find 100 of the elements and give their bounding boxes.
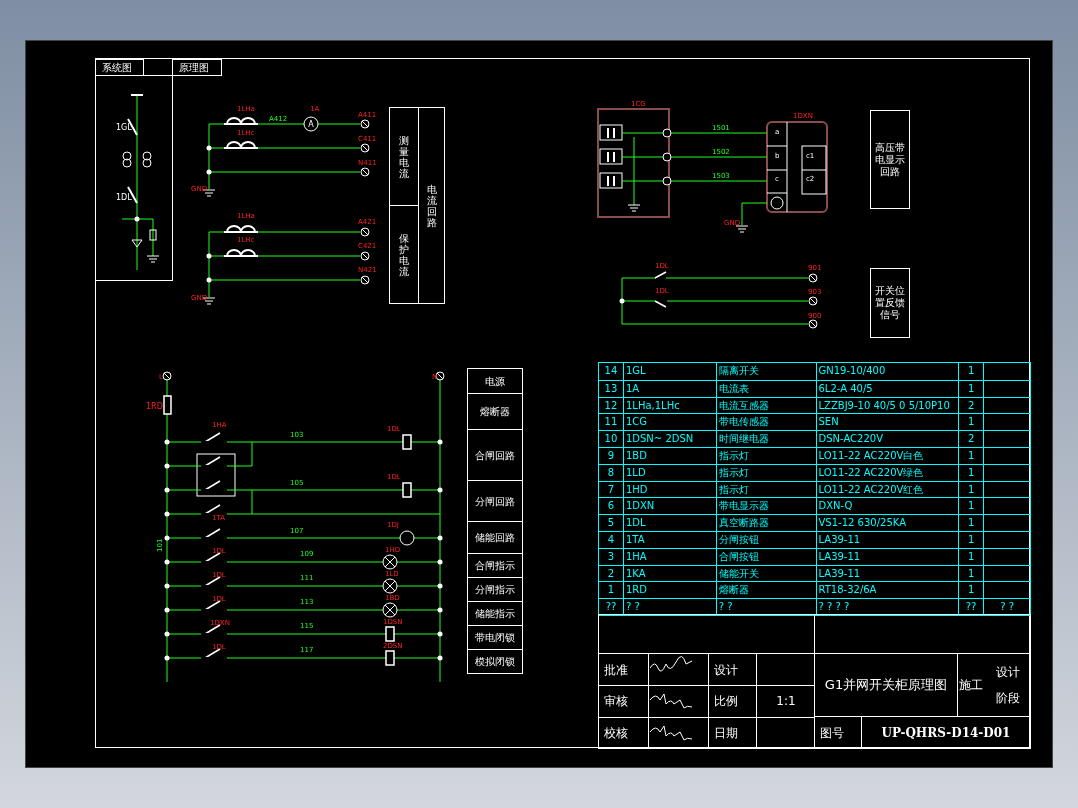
- table-cell-text: 3: [606, 549, 616, 564]
- table-cell: 1: [958, 414, 984, 431]
- scale-value: 1:1: [776, 693, 796, 711]
- table-cell: 1CG: [622, 414, 716, 431]
- table-cell: ? ?: [715, 599, 816, 615]
- table-cell: 1DL: [622, 515, 716, 531]
- function-label: 分闸指示: [475, 583, 515, 597]
- table-cell: 1DXN: [622, 498, 716, 515]
- table-cell: 1GL: [622, 363, 716, 380]
- table-cell: 1: [958, 531, 984, 548]
- table-cell: 1HD: [622, 481, 716, 498]
- table-cell-text: 13: [603, 381, 619, 396]
- function-label: 带电闭锁: [475, 631, 515, 645]
- table-cell-text: 8: [606, 465, 616, 480]
- table-cell: 指示灯: [715, 448, 816, 464]
- table-cell: 1: [958, 515, 984, 531]
- table-cell: 1: [958, 498, 984, 515]
- table-cell: LO11-22 AC220V白色: [815, 448, 959, 464]
- table-cell: 带电传感器: [715, 414, 816, 431]
- table-cell-text: 6: [606, 499, 616, 514]
- table-cell: LZZBJ9-10 40/5 0 5/10P10: [815, 397, 959, 414]
- table-cell: 6L2-A 40/5: [815, 380, 959, 397]
- table-cell: 1: [958, 448, 984, 464]
- stage-label: 设计: [996, 664, 1020, 681]
- table-cell: 1A: [622, 380, 716, 397]
- table-cell: 1: [958, 363, 984, 380]
- circuit-label: A: [308, 120, 314, 129]
- stage-value: 施工: [959, 677, 983, 694]
- table-cell: ? ? ? ?: [815, 599, 959, 615]
- cell-text: 审核: [604, 693, 628, 711]
- function-label: 储能指示: [475, 607, 515, 621]
- table-cell: 储能开关: [715, 565, 816, 582]
- circuit-label: 1GL: [116, 123, 132, 132]
- table-cell: 1TA: [622, 531, 716, 548]
- table-cell: 1: [958, 565, 984, 582]
- table-cell: 1BD: [622, 448, 716, 464]
- table-cell-text: 10: [603, 432, 619, 447]
- table-cell: 1DSN~ 2DSN: [622, 431, 716, 447]
- function-label: 合闸指示: [475, 559, 515, 573]
- table-cell: ? ?: [622, 599, 716, 615]
- table-cell: 指示灯: [715, 464, 816, 481]
- table-cell: 分闸按钮: [715, 531, 816, 548]
- table-cell-text: 5: [606, 516, 616, 531]
- table-cell-text: 14: [603, 364, 619, 378]
- cell-text: 比例: [714, 693, 738, 711]
- circuit-label: 1RD: [146, 402, 163, 411]
- function-label: 合闸回路: [475, 448, 515, 463]
- function-label: 分闸回路: [475, 494, 515, 509]
- table-cell: 隔离开关: [715, 363, 816, 380]
- table-cell-text: 7: [606, 482, 616, 497]
- vertical-label: 保护电流: [399, 232, 409, 277]
- table-cell: 电流互感器: [715, 397, 816, 414]
- cell-text: 设计: [714, 661, 738, 679]
- stage-label: 阶段: [996, 690, 1020, 707]
- drawing-number: UP-QHRS-D14-D01: [881, 724, 1011, 742]
- table-cell: DXN-Q: [815, 498, 959, 515]
- table-cell: LA39-11: [815, 548, 959, 565]
- table-cell: LO11-22 AC220V绿色: [815, 464, 959, 481]
- table-cell: 1KA: [622, 565, 716, 582]
- table-cell: 2: [958, 397, 984, 414]
- table-cell: 合闸按钮: [715, 548, 816, 565]
- table-cell-text: 1: [606, 583, 616, 598]
- cell-text: 批准: [604, 661, 628, 679]
- table-cell: 1: [958, 548, 984, 565]
- table-cell: LA39-11: [815, 531, 959, 548]
- section-label: 开关位置反馈信号: [874, 285, 906, 321]
- signature-drawing: [649, 725, 693, 741]
- cell-text: 日期: [714, 724, 738, 742]
- table-cell: 2: [958, 431, 984, 447]
- table-cell: GN19-10/400: [815, 363, 959, 380]
- function-label: 熔断器: [480, 405, 510, 419]
- section-label: 高压带电显示回路: [874, 141, 906, 178]
- signature-drawing: [649, 693, 693, 709]
- table-cell-text: 2: [606, 566, 616, 581]
- function-label: 模拟闭锁: [475, 655, 515, 669]
- table-cell: DSN-AC220V: [815, 431, 959, 447]
- table-cell-text: ??: [604, 600, 618, 615]
- table-cell: LA39-11: [815, 565, 959, 582]
- table-cell: 指示灯: [715, 481, 816, 498]
- table-cell-text: 12: [603, 398, 619, 413]
- table-cell: 1HA: [622, 548, 716, 565]
- drawing-title: G1并网开关柜原理图: [824, 676, 948, 695]
- vertical-label: 电流回路: [426, 183, 437, 228]
- function-label: 电源: [485, 374, 505, 389]
- function-label: 储能回路: [475, 531, 515, 545]
- cell-text: 校核: [604, 724, 628, 742]
- table-cell: LO11-22 AC220V红色: [815, 481, 959, 498]
- table-cell-text: 11: [603, 415, 619, 430]
- table-cell: 熔断器: [715, 582, 816, 599]
- table-cell-text: 9: [606, 449, 616, 463]
- table-cell-text: 4: [606, 532, 616, 547]
- table-cell: ? ?: [983, 599, 1030, 615]
- cell-text: 图号: [820, 724, 844, 742]
- table-cell: 1LD: [622, 464, 716, 481]
- table-cell: RT18-32/6A: [815, 582, 959, 599]
- table-cell: 1: [958, 582, 984, 599]
- vertical-label: 测量电流: [399, 134, 409, 179]
- table-cell: 1: [958, 481, 984, 498]
- table-cell: 1LHa,1LHc: [622, 397, 716, 414]
- table-cell: SEN: [815, 414, 959, 431]
